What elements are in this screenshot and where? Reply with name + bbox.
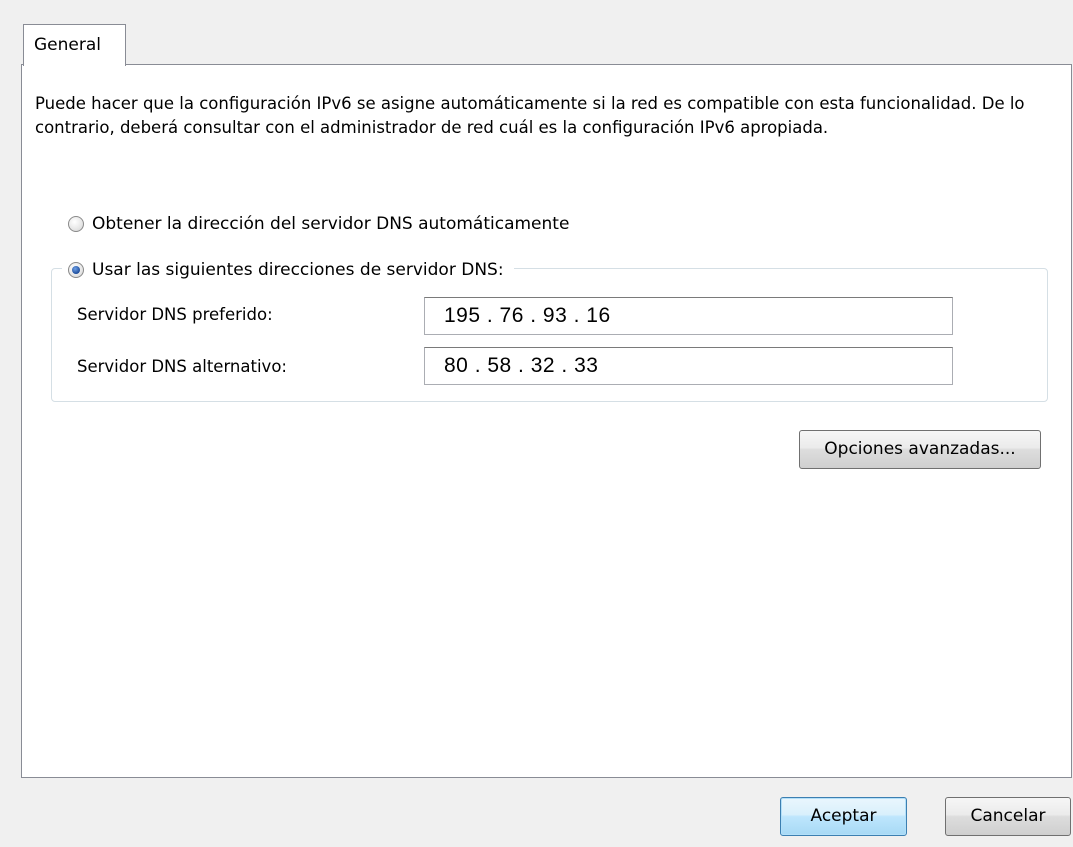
dns-manual-radio-label[interactable]: Usar las siguientes direcciones de servi… <box>92 260 504 280</box>
tab-general[interactable]: General <box>23 24 126 66</box>
dns-auto-radio-option[interactable]: Obtener la dirección del servidor DNS au… <box>68 211 580 237</box>
dns-manual-radio-option[interactable]: Usar las siguientes direcciones de servi… <box>62 257 514 283</box>
alternate-dns-input[interactable]: 80 . 58 . 32 . 33 <box>424 347 953 385</box>
tab-panel-general: Puede hacer que la configuración IPv6 se… <box>21 64 1072 778</box>
dns-auto-radio[interactable] <box>68 216 84 232</box>
preferred-dns-input[interactable]: 195 . 76 . 93 . 16 <box>424 297 953 335</box>
dns-manual-radio[interactable] <box>68 262 84 278</box>
preferred-dns-label: Servidor DNS preferido: <box>77 305 273 324</box>
dns-auto-radio-label[interactable]: Obtener la dirección del servidor DNS au… <box>92 214 569 234</box>
cancel-button[interactable]: Cancelar <box>945 797 1071 836</box>
alternate-dns-label: Servidor DNS alternativo: <box>77 357 287 376</box>
advanced-options-button[interactable]: Opciones avanzadas... <box>799 430 1041 469</box>
ok-button[interactable]: Aceptar <box>780 797 907 836</box>
description-text: Puede hacer que la configuración IPv6 se… <box>35 94 1025 137</box>
